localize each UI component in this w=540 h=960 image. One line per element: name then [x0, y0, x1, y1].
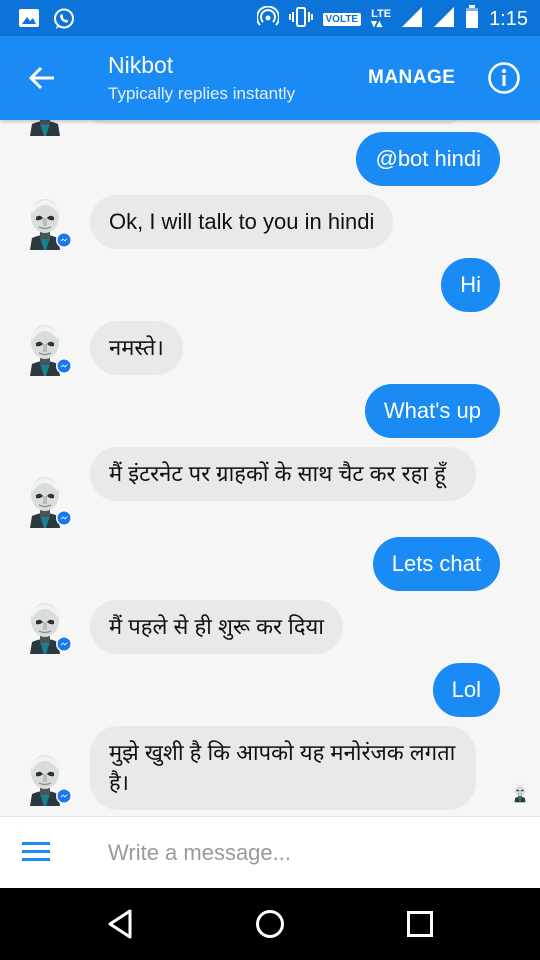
info-button[interactable]: [487, 61, 521, 95]
incoming-message[interactable]: मुझे खुशी है कि आपको यह मनोरंजक लगता है।: [90, 726, 476, 810]
messenger-badge-icon: [56, 636, 72, 652]
hamburger-menu-icon: [22, 842, 50, 861]
incoming-message[interactable]: मैं पहले से ही शुरू कर दिया: [90, 600, 343, 654]
outgoing-message[interactable]: @bot hindi: [356, 132, 500, 186]
clock: 1:15: [489, 7, 528, 30]
nav-recents-button[interactable]: [402, 906, 438, 942]
messenger-badge-icon: [56, 232, 72, 248]
messenger-badge-icon: [56, 510, 72, 526]
chat-subtitle: Typically replies instantly: [108, 84, 296, 103]
gallery-notification-icon: [18, 7, 40, 35]
back-arrow-icon: [28, 66, 54, 90]
hotspot-icon: [255, 5, 280, 32]
back-button[interactable]: [22, 60, 62, 96]
nav-back-button[interactable]: [102, 906, 138, 942]
lte-text: LTE: [371, 8, 392, 20]
messenger-badge-icon: [56, 788, 72, 804]
nav-recents-square-icon: [407, 911, 433, 937]
messenger-chat-screen: VOLTE LTE ▾▴ 1:15 Nikbot Typically replie…: [0, 0, 540, 960]
chat-title-block[interactable]: Nikbot Typically replies instantly: [108, 52, 295, 104]
lte-label: LTE ▾▴: [371, 8, 392, 30]
incoming-message[interactable]: मैं इंटरनेट पर ग्राहकों के साथ चैट कर रह…: [90, 447, 476, 501]
vibrate-icon: [288, 6, 313, 32]
info-icon: [488, 62, 520, 94]
message-composer: [0, 816, 540, 888]
signal-strength-sim2-icon: [433, 6, 455, 32]
outgoing-message[interactable]: Hi: [441, 258, 500, 312]
clipped-message-bubble: [90, 120, 460, 124]
menu-button[interactable]: [20, 839, 52, 865]
message-input[interactable]: [108, 833, 508, 873]
outgoing-message[interactable]: Lets chat: [372, 537, 500, 591]
battery-icon: [465, 5, 479, 33]
status-bar: VOLTE LTE ▾▴ 1:15: [0, 0, 540, 36]
message-list[interactable]: @bot hindi Ok, I will talk to you in hin…: [0, 120, 540, 816]
incoming-message[interactable]: नमस्ते।: [90, 321, 183, 375]
outgoing-message[interactable]: Lol: [432, 663, 500, 717]
system-navigation-bar: [0, 888, 540, 960]
bot-avatar-clipped: [18, 120, 72, 136]
manage-button[interactable]: MANAGE: [368, 67, 455, 89]
volte-badge: VOLTE: [322, 12, 362, 26]
nav-home-circle-icon: [256, 910, 284, 938]
chat-header: Nikbot Typically replies instantly MANAG…: [0, 36, 540, 120]
chat-title: Nikbot: [108, 52, 174, 78]
incoming-message[interactable]: Ok, I will talk to you in hindi: [90, 195, 394, 249]
nav-back-triangle-icon: [108, 909, 132, 939]
signal-strength-icon: [401, 6, 423, 32]
whatsapp-notification-icon: [52, 7, 76, 35]
outgoing-message[interactable]: What's up: [364, 384, 500, 438]
read-receipt-avatar: [510, 780, 530, 804]
nav-home-button[interactable]: [252, 906, 288, 942]
messenger-badge-icon: [56, 358, 72, 374]
